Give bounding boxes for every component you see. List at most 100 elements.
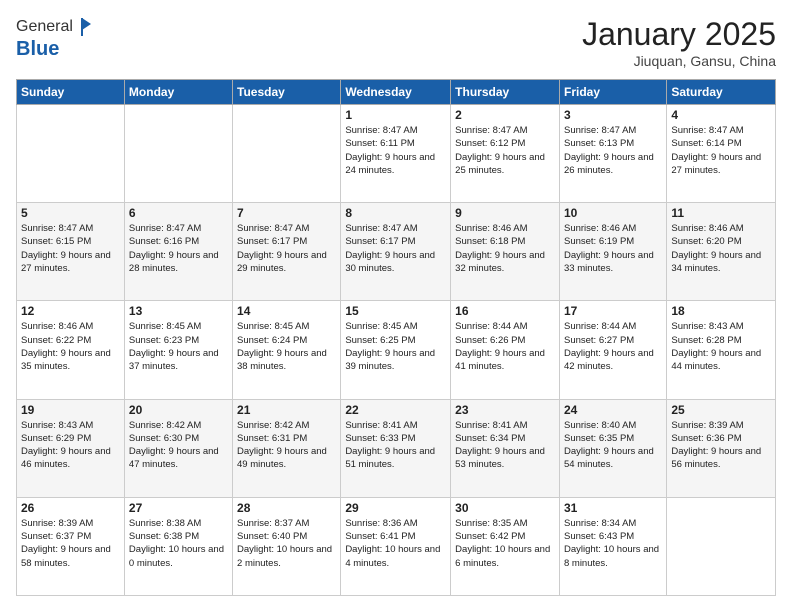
- calendar-table: Sunday Monday Tuesday Wednesday Thursday…: [16, 79, 776, 596]
- day-info: Sunrise: 8:46 AM Sunset: 6:18 PM Dayligh…: [455, 222, 555, 275]
- table-row: 20 Sunrise: 8:42 AM Sunset: 6:30 PM Dayli…: [124, 399, 232, 497]
- day-number: 17: [564, 304, 662, 318]
- day-number: 13: [129, 304, 228, 318]
- table-row: 18 Sunrise: 8:43 AM Sunset: 6:28 PM Dayli…: [667, 301, 776, 399]
- day-number: 27: [129, 501, 228, 515]
- day-number: 25: [671, 403, 771, 417]
- col-thursday: Thursday: [451, 80, 560, 105]
- table-row: 31Sunrise: 8:34 AM Sunset: 6:43 PM Dayli…: [559, 497, 666, 595]
- table-row: 10 Sunrise: 8:46 AM Sunset: 6:19 PM Dayli…: [559, 203, 666, 301]
- table-row: [17, 105, 125, 203]
- day-info: Sunrise: 8:45 AM Sunset: 6:23 PM Dayligh…: [129, 320, 228, 373]
- location: Jiuquan, Gansu, China: [582, 53, 776, 69]
- day-number: 24: [564, 403, 662, 417]
- col-sunday: Sunday: [17, 80, 125, 105]
- table-row: 15Sunrise: 8:45 AM Sunset: 6:25 PM Dayli…: [341, 301, 451, 399]
- table-row: 19Sunrise: 8:43 AM Sunset: 6:29 PM Dayli…: [17, 399, 125, 497]
- calendar-week-row: 1 Sunrise: 8:47 AM Sunset: 6:11 PM Daylig…: [17, 105, 776, 203]
- table-row: 28 Sunrise: 8:37 AM Sunset: 6:40 PM Dayli…: [233, 497, 341, 595]
- day-number: 23: [455, 403, 555, 417]
- day-number: 6: [129, 206, 228, 220]
- day-info: Sunrise: 8:40 AM Sunset: 6:35 PM Dayligh…: [564, 419, 662, 472]
- day-number: 4: [671, 108, 771, 122]
- day-number: 10: [564, 206, 662, 220]
- day-info: Sunrise: 8:42 AM Sunset: 6:30 PM Dayligh…: [129, 419, 228, 472]
- day-number: 18: [671, 304, 771, 318]
- table-row: 21Sunrise: 8:42 AM Sunset: 6:31 PM Dayli…: [233, 399, 341, 497]
- day-number: 26: [21, 501, 120, 515]
- day-info: Sunrise: 8:37 AM Sunset: 6:40 PM Dayligh…: [237, 517, 336, 570]
- day-number: 16: [455, 304, 555, 318]
- logo-blue-text: Blue: [16, 38, 91, 61]
- day-info: Sunrise: 8:43 AM Sunset: 6:28 PM Dayligh…: [671, 320, 771, 373]
- table-row: 24 Sunrise: 8:40 AM Sunset: 6:35 PM Dayli…: [559, 399, 666, 497]
- day-number: 30: [455, 501, 555, 515]
- day-info: Sunrise: 8:45 AM Sunset: 6:24 PM Dayligh…: [237, 320, 336, 373]
- col-friday: Friday: [559, 80, 666, 105]
- day-number: 29: [345, 501, 446, 515]
- day-number: 1: [345, 108, 446, 122]
- day-number: 15: [345, 304, 446, 318]
- table-row: 3Sunrise: 8:47 AM Sunset: 6:13 PM Daylig…: [559, 105, 666, 203]
- calendar-week-row: 12Sunrise: 8:46 AM Sunset: 6:22 PM Dayli…: [17, 301, 776, 399]
- table-row: 7 Sunrise: 8:47 AM Sunset: 6:17 PM Daylig…: [233, 203, 341, 301]
- table-row: 29 Sunrise: 8:36 AM Sunset: 6:41 PM Dayli…: [341, 497, 451, 595]
- day-number: 9: [455, 206, 555, 220]
- day-number: 28: [237, 501, 336, 515]
- table-row: 2Sunrise: 8:47 AM Sunset: 6:12 PM Daylig…: [451, 105, 560, 203]
- day-number: 7: [237, 206, 336, 220]
- day-info: Sunrise: 8:39 AM Sunset: 6:36 PM Dayligh…: [671, 419, 771, 472]
- calendar-header-row: Sunday Monday Tuesday Wednesday Thursday…: [17, 80, 776, 105]
- table-row: [233, 105, 341, 203]
- day-info: Sunrise: 8:44 AM Sunset: 6:26 PM Dayligh…: [455, 320, 555, 373]
- table-row: 11 Sunrise: 8:46 AM Sunset: 6:20 PM Dayli…: [667, 203, 776, 301]
- day-number: 14: [237, 304, 336, 318]
- table-row: 1 Sunrise: 8:47 AM Sunset: 6:11 PM Daylig…: [341, 105, 451, 203]
- day-number: 22: [345, 403, 446, 417]
- col-saturday: Saturday: [667, 80, 776, 105]
- day-info: Sunrise: 8:47 AM Sunset: 6:11 PM Dayligh…: [345, 124, 446, 177]
- page: General Blue January 2025 Jiuquan, Gansu…: [0, 0, 792, 612]
- table-row: 23 Sunrise: 8:41 AM Sunset: 6:34 PM Dayli…: [451, 399, 560, 497]
- table-row: 13 Sunrise: 8:45 AM Sunset: 6:23 PM Dayli…: [124, 301, 232, 399]
- day-number: 5: [21, 206, 120, 220]
- calendar-week-row: 5 Sunrise: 8:47 AM Sunset: 6:15 PM Daylig…: [17, 203, 776, 301]
- table-row: 4 Sunrise: 8:47 AM Sunset: 6:14 PM Daylig…: [667, 105, 776, 203]
- day-info: Sunrise: 8:41 AM Sunset: 6:33 PM Dayligh…: [345, 419, 446, 472]
- col-monday: Monday: [124, 80, 232, 105]
- day-info: Sunrise: 8:41 AM Sunset: 6:34 PM Dayligh…: [455, 419, 555, 472]
- day-number: 20: [129, 403, 228, 417]
- table-row: 6 Sunrise: 8:47 AM Sunset: 6:16 PM Daylig…: [124, 203, 232, 301]
- day-info: Sunrise: 8:46 AM Sunset: 6:19 PM Dayligh…: [564, 222, 662, 275]
- table-row: 26 Sunrise: 8:39 AM Sunset: 6:37 PM Dayli…: [17, 497, 125, 595]
- col-wednesday: Wednesday: [341, 80, 451, 105]
- day-number: 19: [21, 403, 120, 417]
- table-row: 25 Sunrise: 8:39 AM Sunset: 6:36 PM Dayli…: [667, 399, 776, 497]
- table-row: 22 Sunrise: 8:41 AM Sunset: 6:33 PM Dayli…: [341, 399, 451, 497]
- col-tuesday: Tuesday: [233, 80, 341, 105]
- day-info: Sunrise: 8:46 AM Sunset: 6:22 PM Dayligh…: [21, 320, 120, 373]
- table-row: 27Sunrise: 8:38 AM Sunset: 6:38 PM Dayli…: [124, 497, 232, 595]
- day-info: Sunrise: 8:47 AM Sunset: 6:16 PM Dayligh…: [129, 222, 228, 275]
- table-row: 17Sunrise: 8:44 AM Sunset: 6:27 PM Dayli…: [559, 301, 666, 399]
- table-row: 8Sunrise: 8:47 AM Sunset: 6:17 PM Daylig…: [341, 203, 451, 301]
- calendar-week-row: 26 Sunrise: 8:39 AM Sunset: 6:37 PM Dayli…: [17, 497, 776, 595]
- table-row: 9 Sunrise: 8:46 AM Sunset: 6:18 PM Daylig…: [451, 203, 560, 301]
- day-info: Sunrise: 8:36 AM Sunset: 6:41 PM Dayligh…: [345, 517, 446, 570]
- day-number: 8: [345, 206, 446, 220]
- logo: General Blue: [16, 16, 91, 61]
- logo-general-text: General: [16, 18, 73, 36]
- day-number: 11: [671, 206, 771, 220]
- calendar-week-row: 19Sunrise: 8:43 AM Sunset: 6:29 PM Dayli…: [17, 399, 776, 497]
- day-info: Sunrise: 8:39 AM Sunset: 6:37 PM Dayligh…: [21, 517, 120, 570]
- day-info: Sunrise: 8:47 AM Sunset: 6:14 PM Dayligh…: [671, 124, 771, 177]
- day-info: Sunrise: 8:47 AM Sunset: 6:15 PM Dayligh…: [21, 222, 120, 275]
- table-row: [667, 497, 776, 595]
- logo-icon: [73, 16, 91, 38]
- day-info: Sunrise: 8:46 AM Sunset: 6:20 PM Dayligh…: [671, 222, 771, 275]
- table-row: 12Sunrise: 8:46 AM Sunset: 6:22 PM Dayli…: [17, 301, 125, 399]
- table-row: 5 Sunrise: 8:47 AM Sunset: 6:15 PM Daylig…: [17, 203, 125, 301]
- title-block: January 2025 Jiuquan, Gansu, China: [582, 16, 776, 69]
- day-info: Sunrise: 8:42 AM Sunset: 6:31 PM Dayligh…: [237, 419, 336, 472]
- day-info: Sunrise: 8:47 AM Sunset: 6:17 PM Dayligh…: [237, 222, 336, 275]
